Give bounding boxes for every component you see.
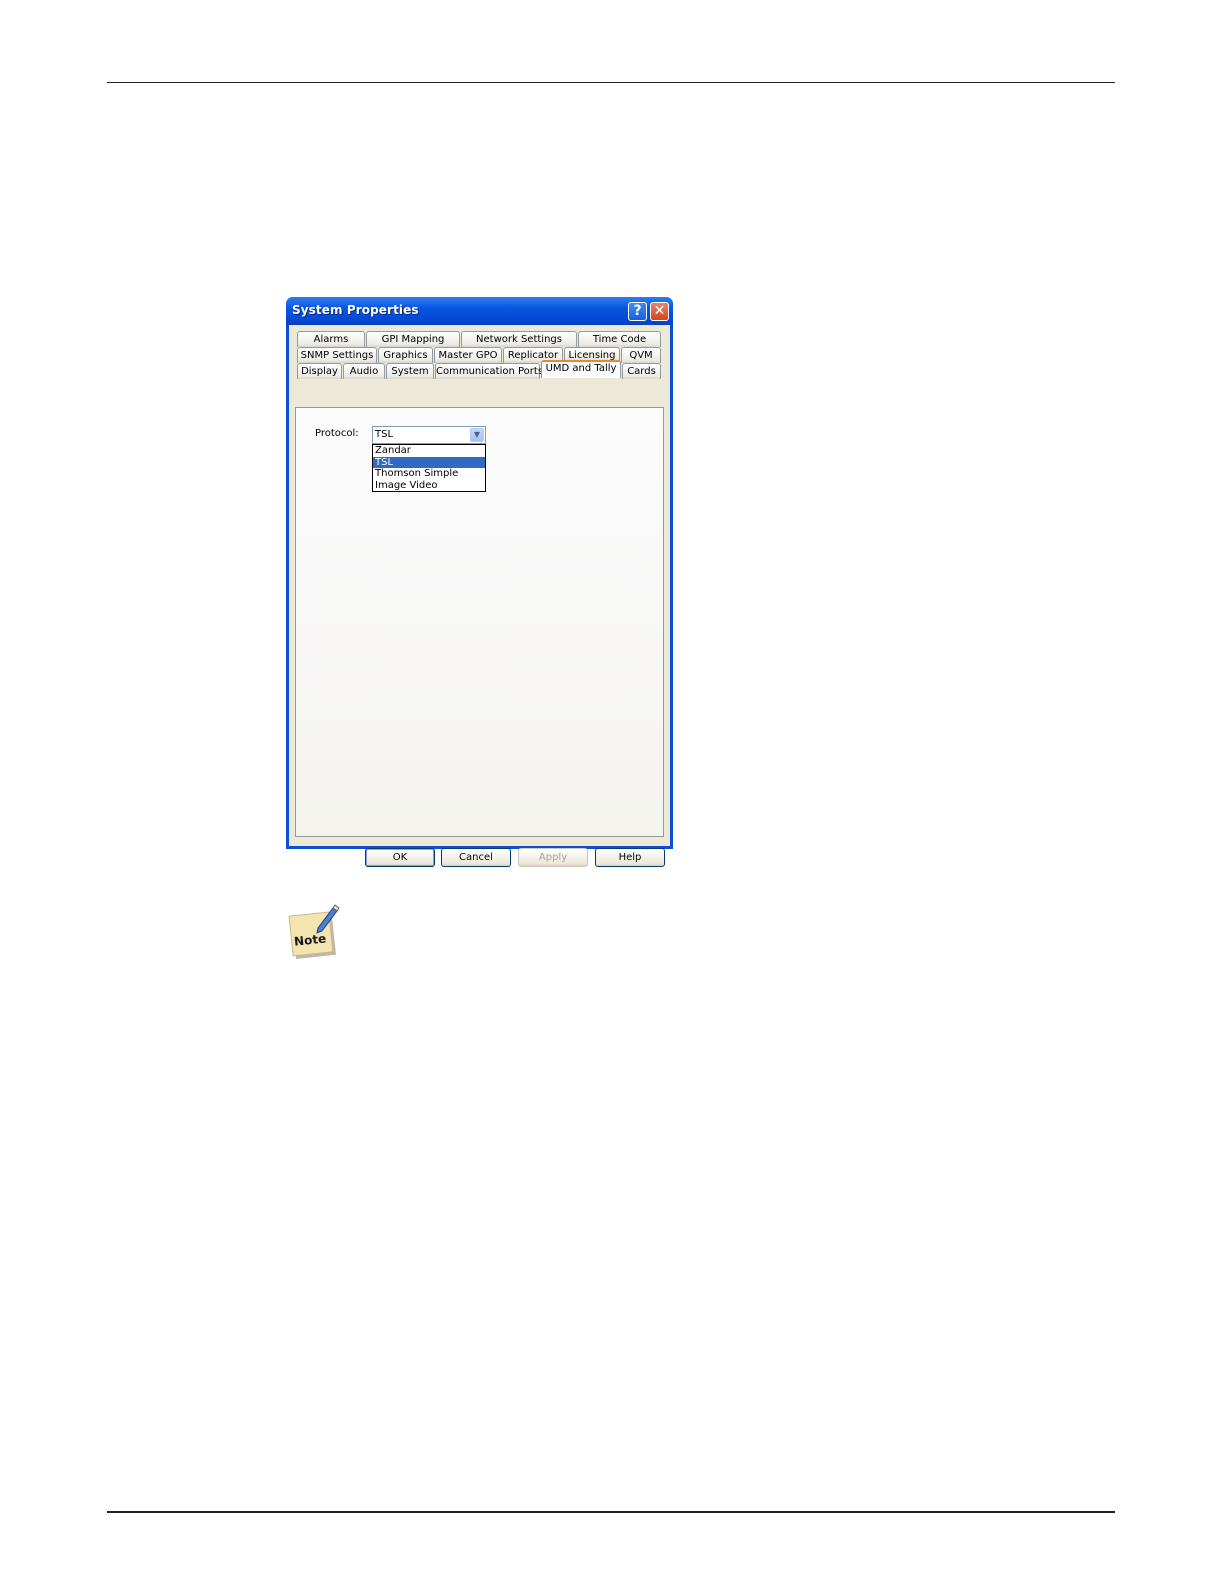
protocol-value: TSL (375, 429, 394, 440)
protocol-option-zandar[interactable]: Zandar (373, 445, 485, 457)
cancel-button[interactable]: Cancel (441, 848, 511, 867)
tab-qvm[interactable]: QVM (621, 347, 661, 363)
protocol-option-image-video[interactable]: Image Video (373, 480, 485, 492)
help-button[interactable]: Help (595, 848, 665, 867)
tab-gpi-mapping[interactable]: GPI Mapping (366, 331, 460, 347)
help-icon[interactable]: ? (628, 302, 647, 321)
apply-button[interactable]: Apply (518, 848, 588, 867)
system-properties-dialog: System Properties ? ✕ Alarms GPI Mapping… (286, 297, 673, 867)
tab-communication-ports[interactable]: Communication Ports (435, 363, 543, 379)
protocol-option-tsl[interactable]: TSL (373, 456, 485, 468)
dialog-title: System Properties (292, 303, 419, 317)
dialog-body: Alarms GPI Mapping Network Settings Time… (289, 325, 670, 867)
umd-tally-panel: Protocol: TSL ▼ Zandar TSL Thomson Simpl… (295, 407, 664, 837)
protocol-option-thomson-simple[interactable]: Thomson Simple (373, 468, 485, 480)
ok-button[interactable]: OK (365, 848, 435, 867)
protocol-dropdown[interactable]: TSL ▼ (372, 426, 486, 444)
protocol-options-list[interactable]: Zandar TSL Thomson Simple Image Video (372, 444, 486, 492)
note-pencil-icon: Note (288, 904, 340, 959)
tab-snmp-settings[interactable]: SNMP Settings (297, 347, 377, 363)
tab-system[interactable]: System (386, 363, 434, 379)
tab-time-code[interactable]: Time Code (578, 331, 661, 347)
chevron-down-icon[interactable]: ▼ (470, 428, 484, 442)
tab-network-settings[interactable]: Network Settings (461, 331, 577, 347)
tab-audio[interactable]: Audio (343, 363, 385, 379)
tab-display[interactable]: Display (297, 363, 342, 379)
tab-alarms[interactable]: Alarms (297, 331, 365, 347)
tab-graphics[interactable]: Graphics (378, 347, 433, 363)
footer-rule (107, 1511, 1115, 1513)
header-rule (107, 82, 1115, 83)
tab-cards[interactable]: Cards (622, 363, 661, 379)
tab-umd-and-tally[interactable]: UMD and Tally (541, 360, 621, 378)
close-icon[interactable]: ✕ (650, 302, 669, 321)
title-bar[interactable]: System Properties ? ✕ (286, 297, 673, 325)
protocol-label: Protocol: (315, 428, 359, 439)
tab-master-gpo[interactable]: Master GPO (434, 347, 502, 363)
